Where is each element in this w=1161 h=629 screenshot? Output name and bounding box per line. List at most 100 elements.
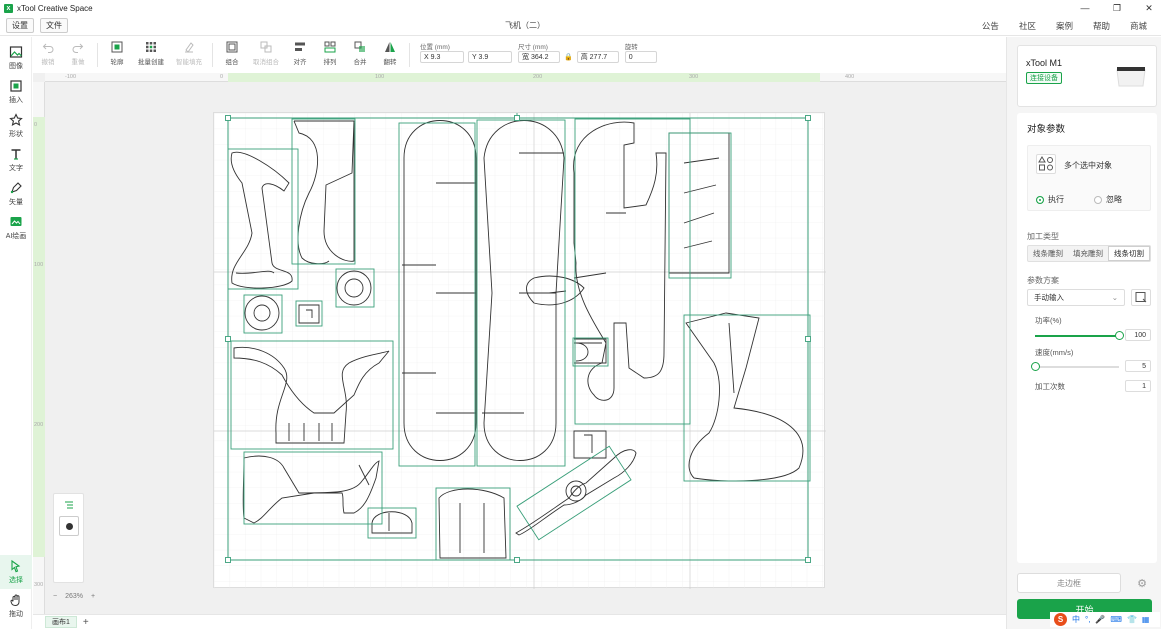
shapes-icon [1036,154,1056,174]
ruler-selection-highlight [33,117,45,557]
resize-handle[interactable] [514,557,520,563]
ruler-tick-label: 300 [34,582,44,588]
process-line-cut[interactable]: 线条切割 [1108,246,1150,261]
outline-button[interactable]: 轮廓 [102,41,132,66]
rotate-group: 旋转 0 [624,41,657,63]
speed-slider-handle[interactable] [1030,362,1040,371]
nav-store[interactable]: 商城 [1130,20,1147,32]
position-group: 位置 (mm) X 9.3 Y 3.9 [420,41,512,63]
zoom-level[interactable]: 263% [65,593,83,600]
maximize-button[interactable]: ❐ [1111,3,1123,14]
ungroup-button[interactable]: 取消组合 [247,41,285,66]
toolbar-divider [97,43,98,67]
save-preset-button[interactable] [1131,289,1151,306]
rotate-input[interactable]: 0 [624,51,657,63]
arrange-button[interactable]: 排列 [315,41,345,66]
arrange-label: 排列 [323,59,337,66]
ime-punct-icon[interactable]: °, [1085,615,1090,624]
nav-help[interactable]: 帮助 [1093,20,1110,32]
tool-label: 拖动 [9,611,23,618]
grid-menu-icon[interactable]: ▦ [1142,615,1150,624]
power-input[interactable]: 100 [1125,329,1151,341]
layers-icon[interactable] [64,500,74,510]
position-x-input[interactable]: X 9.3 [420,51,464,63]
keyboard-icon[interactable]: ⌨ [1110,615,1122,624]
ungroup-label: 取消组合 [253,59,279,66]
redo-icon [72,43,84,53]
arrange-icon [324,41,336,53]
nav-cases[interactable]: 案例 [1056,20,1073,32]
power-slider[interactable] [1035,335,1119,337]
combine-button[interactable]: 合并 [345,41,375,66]
tool-label: AI绘画 [5,233,27,240]
minimize-button[interactable]: — [1079,3,1091,13]
ruler-tick-label: 200 [533,74,543,80]
zoom-in-button[interactable]: + [91,593,95,600]
tool-select[interactable]: 选择 [0,555,32,589]
smart-fill-button[interactable]: 智能填充 [170,41,208,66]
nav-announcement[interactable]: 公告 [982,20,999,32]
passes-input[interactable]: 1 [1125,380,1151,392]
frame-button[interactable]: 走边框 [1017,573,1121,593]
app-logo-icon: x [4,3,13,13]
add-tab-button[interactable]: + [83,617,89,628]
height-input[interactable]: 高 277.7 [576,51,619,63]
zoom-out-button[interactable]: − [53,593,57,600]
resize-handle[interactable] [805,336,811,342]
resize-handle[interactable] [225,115,231,121]
tool-shape[interactable]: 形状 [0,109,32,143]
tool-text[interactable]: 文字 [0,143,32,177]
ime-toolbar: S 中 °, 🎤 ⌨ 👕 ▦ [1050,612,1160,627]
tool-insert[interactable]: 插入 [0,75,32,109]
outline-icon [111,41,123,53]
lock-icon[interactable]: 🔒 [564,53,573,61]
flip-button[interactable]: 翻转 [375,41,405,66]
sogou-logo-icon[interactable]: S [1054,613,1067,626]
process-fill-engrave[interactable]: 填充雕刻 [1068,246,1108,261]
canvas-tabs: 画布1 + [33,614,1006,629]
hand-icon [10,594,20,607]
speed-slider[interactable] [1035,366,1119,368]
canvas-area[interactable]: -100 0 100 200 300 400 0 100 200 300 − 2… [33,73,1006,614]
gear-icon[interactable]: ⚙ [1127,573,1157,593]
design-drawing[interactable] [214,113,826,589]
tool-image[interactable]: 图像 [0,41,32,75]
resize-handle[interactable] [225,336,231,342]
pen-icon [10,182,22,194]
resize-handle[interactable] [805,115,811,121]
tool-pan[interactable]: 拖动 [0,589,32,623]
ignore-radio[interactable]: 忽略 [1094,194,1122,205]
position-y-input[interactable]: Y 3.9 [468,51,512,63]
multi-select-card: 多个选中对象 执行 忽略 [1027,145,1151,211]
preset-select[interactable]: 手动输入 ⌄ [1027,289,1125,306]
close-button[interactable]: ✕ [1143,3,1155,14]
microphone-icon[interactable]: 🎤 [1095,615,1105,624]
text-icon [11,149,21,160]
redo-button[interactable]: 重做 [63,41,93,66]
layer-panel [53,493,84,583]
preset-label: 参数方案 [1027,276,1059,285]
resize-handle[interactable] [805,557,811,563]
speed-input[interactable]: 5 [1125,360,1151,372]
ime-lang[interactable]: 中 [1072,614,1080,625]
skin-icon[interactable]: 👕 [1127,615,1137,624]
connect-device-button[interactable]: 连接设备 [1026,72,1062,84]
multi-selected-label: 多个选中对象 [1064,161,1112,170]
nav-community[interactable]: 社区 [1019,20,1036,32]
tool-vector[interactable]: 矢量 [0,177,32,211]
tool-ai-paint[interactable]: AI绘画 [0,211,32,245]
group-button[interactable]: 组合 [217,41,247,66]
process-line-engrave[interactable]: 线条雕刻 [1028,246,1068,261]
design-canvas[interactable] [213,112,826,589]
execute-radio[interactable]: 执行 [1036,194,1064,205]
resize-handle[interactable] [225,557,231,563]
undo-button[interactable]: 撤销 [33,41,63,66]
width-input[interactable]: 宽 364.2 [518,51,560,63]
align-button[interactable]: 对齐 [285,41,315,66]
tab-canvas-1[interactable]: 画布1 [45,616,77,628]
batch-create-button[interactable]: 批量创建 [132,41,170,66]
power-slider-handle[interactable] [1114,331,1124,340]
layer-thumbnail[interactable] [59,516,79,536]
resize-handle[interactable] [514,115,520,121]
ruler-tick-label: 400 [845,74,855,80]
